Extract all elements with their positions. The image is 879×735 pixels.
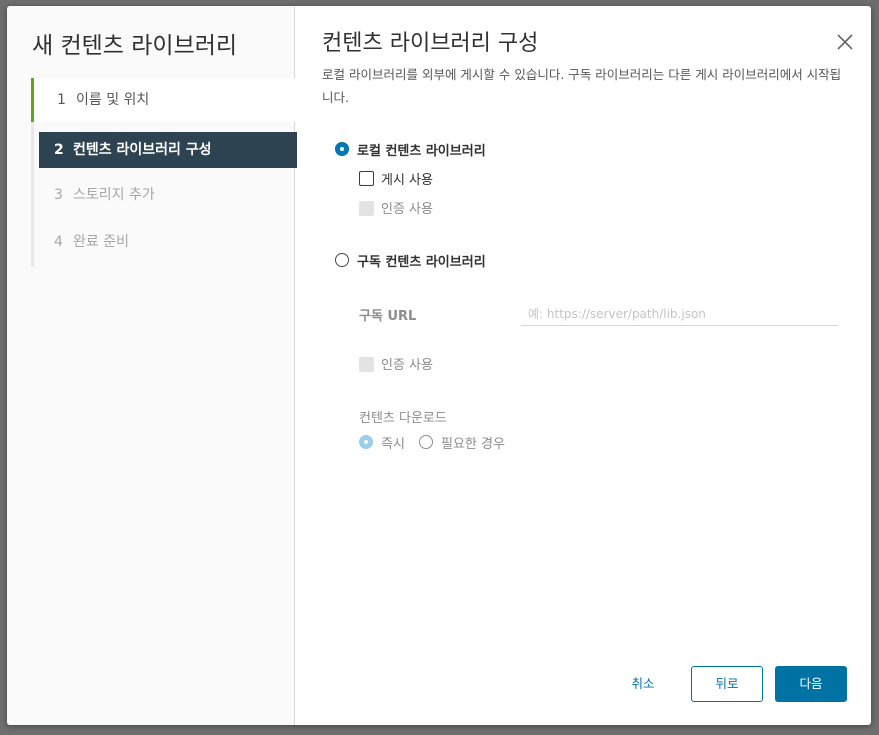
step-configure-content-library[interactable]: 2 컨텐츠 라이브러리 구성 xyxy=(39,132,297,168)
close-button[interactable] xyxy=(833,30,857,54)
local-library-radio[interactable] xyxy=(335,142,349,156)
publish-checkbox[interactable] xyxy=(359,171,374,186)
cancel-button[interactable]: 취소 xyxy=(613,666,673,702)
step-label: 컨텐츠 라이브러리 구성 xyxy=(73,142,212,158)
step-label: 이름 및 위치 xyxy=(76,92,150,108)
download-immediately-label: 즉시 xyxy=(381,437,405,452)
page-title: 컨텐츠 라이브러리 구성 xyxy=(322,31,539,56)
step-number: 3 xyxy=(54,187,63,203)
subscribed-library-radio[interactable] xyxy=(335,253,349,267)
subscription-url-field-wrapper xyxy=(521,303,838,326)
wizard-steps: 1 이름 및 위치 2 컨텐츠 라이브러리 구성 3 스토리지 추가 4 완료 준비 xyxy=(31,78,297,267)
next-button[interactable]: 다음 xyxy=(775,666,847,702)
close-icon xyxy=(837,34,853,50)
step-name-and-location[interactable]: 1 이름 및 위치 xyxy=(31,78,297,122)
step-add-storage: 3 스토리지 추가 xyxy=(34,177,155,213)
local-auth-label: 인증 사용 xyxy=(381,202,433,217)
local-library-label[interactable]: 로컬 컨텐츠 라이브러리 xyxy=(357,140,486,159)
step-label: 스토리지 추가 xyxy=(73,187,155,203)
local-auth-checkbox xyxy=(359,201,374,216)
back-button[interactable]: 뒤로 xyxy=(691,666,763,702)
subscribed-auth-label: 인증 사용 xyxy=(381,358,433,373)
content-download-label: 컨텐츠 다운로드 xyxy=(359,411,447,426)
subscription-url-label: 구독 URL xyxy=(359,309,417,324)
step-ready-to-complete: 4 완료 준비 xyxy=(34,224,129,260)
subscribed-auth-checkbox xyxy=(359,357,374,372)
publish-label[interactable]: 게시 사용 xyxy=(381,169,433,188)
subscribed-library-label[interactable]: 구독 컨텐츠 라이브러리 xyxy=(357,251,486,270)
page-description: 로컬 라이브러리를 외부에 게시할 수 있습니다. 구독 라이브러리는 다른 게… xyxy=(322,67,842,105)
step-number: 4 xyxy=(54,234,63,250)
download-when-needed-radio xyxy=(419,435,433,449)
wizard-content: 컨텐츠 라이브러리 구성 로컬 라이브러리를 외부에 게시할 수 있습니다. 구… xyxy=(295,6,871,725)
step-label: 완료 준비 xyxy=(73,234,129,250)
new-content-library-dialog: 새 컨텐츠 라이브러리 1 이름 및 위치 2 컨텐츠 라이브러리 구성 3 스토리지… xyxy=(7,6,871,725)
step-number: 2 xyxy=(54,142,64,158)
download-immediately-radio xyxy=(359,435,373,449)
subscription-url-input[interactable] xyxy=(521,303,838,325)
step-number: 1 xyxy=(57,92,66,108)
wizard-sidebar: 새 컨텐츠 라이브러리 1 이름 및 위치 2 컨텐츠 라이브러리 구성 3 스토리지… xyxy=(7,6,297,725)
wizard-title: 새 컨텐츠 라이브러리 xyxy=(32,33,238,59)
download-when-needed-label: 필요한 경우 xyxy=(441,437,505,452)
